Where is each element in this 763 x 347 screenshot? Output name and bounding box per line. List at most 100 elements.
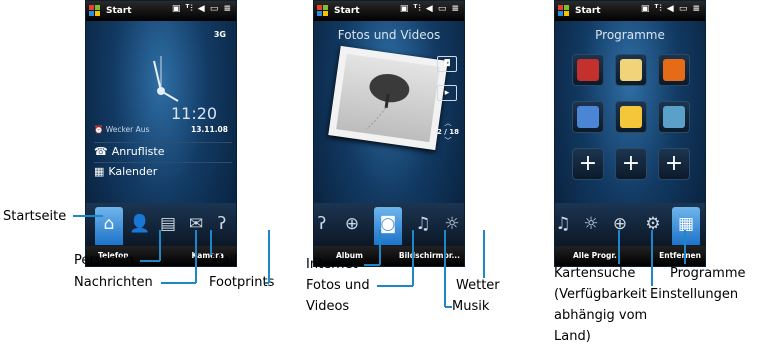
leader-line <box>444 230 446 307</box>
calendar-item[interactable]: ▦ Kalender <box>94 162 232 181</box>
camera-button[interactable]: ◘ <box>437 56 457 72</box>
leader-line <box>140 260 160 262</box>
sun-icon: ☼ <box>444 214 460 234</box>
sun-icon: ☼ <box>583 214 599 234</box>
call-history-label: Anrufliste <box>111 145 165 158</box>
callout-personen: Personen <box>74 253 134 268</box>
digital-time: 11:20 <box>171 104 218 123</box>
phone-icon: ☎ <box>94 145 108 158</box>
footprints-icon: ʔ <box>317 214 327 234</box>
program-tile-calendar[interactable] <box>572 101 604 133</box>
tab-map-search[interactable]: ⊕ <box>606 207 634 241</box>
windows-logo-icon[interactable] <box>89 5 101 17</box>
tab-home[interactable]: ⌂ <box>95 207 123 245</box>
leader-line <box>684 230 686 264</box>
home-icon: ⌂ <box>103 214 115 234</box>
callout-internet: Internet <box>306 257 358 272</box>
leader-line <box>364 264 380 266</box>
program-tile-camera[interactable] <box>658 101 690 133</box>
phone-photos-screen: Start ▣ ᵀ⫶ ◀ ▭ ≡ Fotos und Videos ◘ ▸ ︿ … <box>313 0 465 267</box>
notes-icon <box>620 106 642 128</box>
network-label: 3G <box>213 30 226 39</box>
callout-mail: Mail <box>211 253 238 268</box>
program-tile-youtube[interactable] <box>572 54 604 86</box>
tab-programs[interactable]: ▦ <box>672 207 700 245</box>
tab-bar: ♫ ☼ ⊕ ⚙ ▦ Alle Progr. Entfernen <box>555 203 705 266</box>
tab-footprints[interactable]: ʔ <box>208 207 236 241</box>
tree-icon <box>366 73 410 130</box>
callout-musik: Musik <box>452 299 490 314</box>
callout-kartensuche-line2: (Verfügbarkeit <box>554 287 647 302</box>
phone-programs-screen: Start ▣ ᵀ⫶ ◀ ▭ ≡ Programme + + + ♫ ☼ ⊕ ⚙… <box>554 0 706 267</box>
callout-fotos-videos-line2: Videos <box>306 299 350 314</box>
photo-camera-icon: ◙ <box>379 214 397 234</box>
program-tile-add-3[interactable]: + <box>658 148 690 180</box>
windows-logo-icon[interactable] <box>558 5 570 17</box>
leader-line <box>651 230 653 286</box>
video-camera-icon: ▸ <box>444 88 450 98</box>
calendar-icon: ▦ <box>94 165 105 178</box>
program-tile-notes[interactable] <box>615 101 647 133</box>
tab-internet[interactable]: ⊕ <box>338 207 366 241</box>
phone-home-screen: Start ▣ ᵀ⫶ ◀ ▭ ≡ 3G 11:20 ⏰ Wecker Aus 1… <box>85 0 237 267</box>
leader-line <box>377 285 413 287</box>
program-tile-maps[interactable] <box>615 54 647 86</box>
status-bar: Start ▣ ᵀ⫶ ◀ ▭ ≡ <box>314 1 464 21</box>
calendar-icon <box>577 106 599 128</box>
gear-icon: ⚙ <box>645 214 661 234</box>
video-button[interactable]: ▸ <box>437 85 457 101</box>
program-tile-feeds[interactable] <box>658 54 690 86</box>
softkey-left[interactable]: Alle Progr. <box>573 251 617 260</box>
windows-logo-icon[interactable] <box>317 5 329 17</box>
leader-line <box>379 230 381 265</box>
chevron-down-icon[interactable]: ﹀ <box>436 136 460 146</box>
date-label: 13.11.08 <box>190 125 228 134</box>
alarm-label: Wecker Aus <box>105 125 150 134</box>
alarm-row[interactable]: ⏰ Wecker Aus 13.11.08 <box>94 125 232 139</box>
program-tile-add-2[interactable]: + <box>615 148 647 180</box>
leader-line <box>483 230 485 278</box>
photo-counter: 2 / 18 <box>436 128 460 136</box>
grid-icon: ▦ <box>677 214 695 234</box>
music-note-icon: ♫ <box>555 214 571 234</box>
status-title: Start <box>575 6 601 16</box>
tab-weather[interactable]: ☼ <box>577 207 605 241</box>
status-icons: ▣ ᵀ⫶ ◀ ▭ ≡ <box>399 4 460 14</box>
camera-icon: ◘ <box>443 59 451 69</box>
plus-icon: + <box>621 151 641 176</box>
youtube-icon <box>577 59 599 81</box>
call-history-item[interactable]: ☎ Anrufliste <box>94 142 232 161</box>
tab-footprints[interactable]: ʔ <box>314 207 336 241</box>
music-note-icon: ♫ <box>415 214 431 234</box>
globe-icon: ⊕ <box>344 214 360 234</box>
callout-programme: Programme <box>670 266 746 281</box>
rss-feed-icon <box>663 59 685 81</box>
callout-nachrichten: Nachrichten <box>74 275 153 290</box>
leader-line <box>159 230 161 261</box>
camera-icon <box>663 106 685 128</box>
alarm-clock-icon: ⏰ <box>94 125 104 134</box>
callout-einstellungen: Einstellungen <box>650 287 739 302</box>
screen-title: Fotos und Videos <box>337 28 441 42</box>
leader-line <box>73 215 103 217</box>
callout-kartensuche-line3: abhängig vom <box>554 308 648 323</box>
status-icons: ▣ ᵀ⫶ ◀ ▭ ≡ <box>171 4 232 14</box>
tab-music[interactable]: ♫ <box>555 207 577 241</box>
tab-weather[interactable]: ☼ <box>438 207 464 241</box>
leader-line <box>195 230 197 283</box>
calendar-label: Kalender <box>108 165 158 178</box>
tab-settings[interactable]: ⚙ <box>639 207 667 241</box>
status-title: Start <box>334 6 360 16</box>
status-bar: Start ▣ ᵀ⫶ ◀ ▭ ≡ <box>555 1 705 21</box>
globe-search-icon: ⊕ <box>612 214 628 234</box>
softkey-right[interactable]: Entfernen <box>659 251 701 260</box>
footprints-icon: ʔ <box>217 214 227 234</box>
callout-fotos-videos-line1: Fotos und <box>306 278 370 293</box>
program-tile-add-1[interactable]: + <box>572 148 604 180</box>
softkey-right[interactable]: Bildschirmpr... <box>399 251 460 260</box>
photo-thumbnail[interactable] <box>328 45 448 151</box>
plus-icon: + <box>664 151 684 176</box>
tab-people[interactable]: 👤 <box>126 207 154 241</box>
scroll-control[interactable]: ︿ 2 / 18 ﹀ <box>436 118 460 146</box>
chevron-up-icon[interactable]: ︿ <box>436 118 460 128</box>
